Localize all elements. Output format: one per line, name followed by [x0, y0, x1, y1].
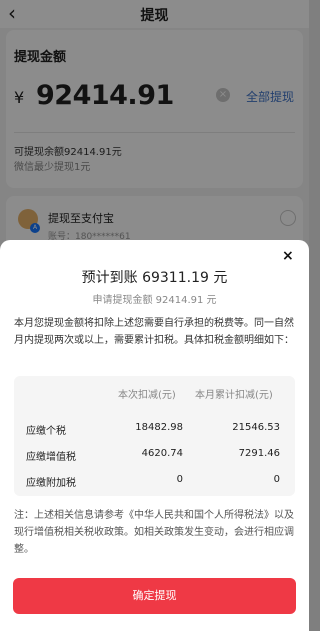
confirm-withdraw-button[interactable]: 确定提现	[13, 578, 296, 614]
table-row: 应缴个税 18482.98 21546.53	[14, 422, 295, 442]
tax-table: 本次扣减(元) 本月累计扣减(元) 应缴个税 18482.98 21546.53…	[14, 376, 295, 496]
tax-intro-text: 本月您提现金额将扣除上述您需要自行承担的税费等。同一自然月内提现两次或以上，需要…	[14, 318, 294, 346]
close-icon[interactable]: ×	[282, 248, 294, 264]
expected-amount: 预计到账 69311.19 元	[81, 270, 228, 286]
tax-confirm-sheet: × 预计到账 69311.19 元 申请提现金额 92414.91 元 本月您提…	[0, 240, 309, 631]
row-month-value: 0	[273, 474, 280, 485]
column-header-current: 本次扣减(元)	[118, 390, 176, 401]
row-month-value: 21546.53	[232, 422, 280, 433]
policy-note: 注：上述相关信息请参考《中华人民共和国个人所得税法》以及现行增值税相关税收政策。…	[14, 510, 294, 555]
applied-amount: 申请提现金额 92414.91 元	[92, 295, 217, 306]
table-row: 应缴增值税 4620.74 7291.46	[14, 448, 295, 468]
row-month-value: 7291.46	[238, 448, 280, 459]
column-header-month: 本月累计扣减(元)	[195, 390, 273, 401]
table-row: 应缴附加税 0 0	[14, 474, 295, 494]
